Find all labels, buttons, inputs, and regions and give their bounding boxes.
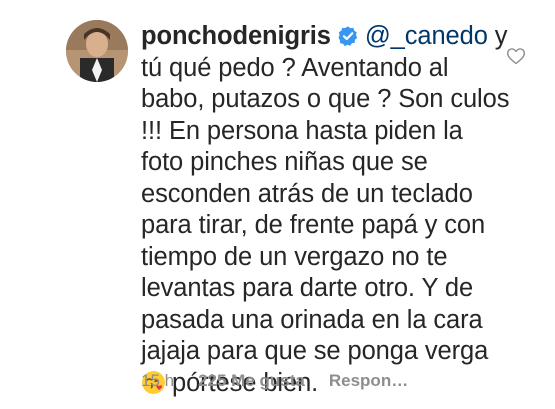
avatar[interactable] — [66, 20, 128, 82]
reply-button[interactable]: Respon… — [329, 371, 408, 391]
comment-meta: 15 h 225 Me gusta Respon… — [141, 371, 408, 391]
heart-outline-icon[interactable] — [506, 46, 526, 66]
comment-time[interactable]: 15 h — [141, 371, 174, 391]
comment-username[interactable]: ponchodenigris — [141, 22, 331, 50]
comment-body: ponchodenigris @_canedo y tú qué pedo ? … — [141, 21, 511, 399]
avatar-image — [66, 20, 128, 82]
comment: ponchodenigris @_canedo y tú qué pedo ? … — [0, 0, 555, 409]
likes-count-button[interactable]: 225 Me gusta — [198, 371, 305, 391]
comment-text: y tú qué pedo ? Aventando al babo, putaz… — [141, 22, 510, 365]
verified-badge-icon — [338, 26, 358, 47]
comment-mention[interactable]: @_canedo — [365, 22, 488, 50]
